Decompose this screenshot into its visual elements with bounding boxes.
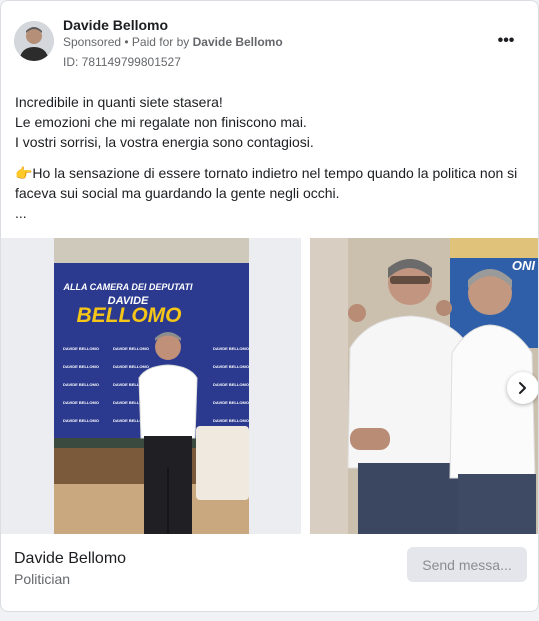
body-line: 👉Ho la sensazione di essere tornato indi… — [15, 165, 518, 181]
media-carousel: ALLA CAMERA DEI DEPUTATI DAVIDE BELLOMO … — [1, 238, 538, 538]
banner-tile-text: DAVIDE BELLOMO — [213, 364, 249, 369]
banner-tile-text: DAVIDE BELLOMO — [63, 400, 99, 405]
chevron-right-icon — [519, 382, 526, 394]
carousel-slide-2[interactable]: ONI — [310, 238, 538, 534]
post-body: Incredibile in quanti siete stasera! Le … — [15, 92, 525, 223]
sponsored-label: Sponsored — [63, 35, 122, 49]
send-message-button[interactable]: Send messa... — [407, 547, 527, 582]
banner-tile-text: DAVIDE BELLOMO — [113, 346, 149, 351]
banner-tile-text: DAVIDE BELLOMO — [213, 346, 249, 351]
body-line-ellipsis[interactable]: ... — [15, 203, 525, 223]
carousel-next-button[interactable] — [507, 372, 538, 404]
body-line: I vostri sorrisi, la vostra energia sono… — [15, 134, 314, 150]
author-name[interactable]: Davide Bellomo — [63, 17, 168, 33]
slide-2-banner-text: ONI — [512, 258, 536, 273]
avatar[interactable] — [14, 21, 54, 61]
banner-line-3: BELLOMO — [77, 304, 182, 327]
body-spacer — [15, 152, 525, 163]
more-options-button[interactable]: ••• — [494, 29, 518, 53]
body-line: Le emozioni che mi regalate non finiscon… — [15, 114, 307, 130]
page-name[interactable]: Davide Bellomo — [14, 550, 126, 568]
banner-tile-text: DAVIDE BELLOMO — [213, 400, 249, 405]
page-category: Politician — [14, 571, 71, 587]
paid-for-prefix: • Paid for by — [124, 35, 190, 49]
banner-line-1: ALLA CAMERA DEI DEPUTATI — [63, 282, 193, 292]
banner-tile-text: DAVIDE BELLOMO — [113, 364, 149, 369]
body-line: faceva sui social ma guardando la gente … — [15, 185, 340, 201]
ad-id: ID: 781149799801527 — [63, 55, 181, 69]
slide-2-photo: ONI — [310, 238, 538, 534]
banner-tile-text: DAVIDE BELLOMO — [63, 418, 99, 423]
banner-tile-text: DAVIDE BELLOMO — [63, 382, 99, 387]
sponsored-line: Sponsored • Paid for by Davide Bellomo — [63, 35, 283, 49]
banner-tile-text: DAVIDE BELLOMO — [63, 364, 99, 369]
banner-tile-text: DAVIDE BELLOMO — [213, 382, 249, 387]
banner-tile-text: DAVIDE BELLOMO — [213, 418, 249, 423]
banner-tile-text: DAVIDE BELLOMO — [63, 346, 99, 351]
carousel-slide-1[interactable]: ALLA CAMERA DEI DEPUTATI DAVIDE BELLOMO … — [1, 238, 301, 534]
body-line: Incredibile in quanti siete stasera! — [15, 94, 223, 110]
avatar-photo — [14, 21, 54, 61]
paid-for-name[interactable]: Davide Bellomo — [193, 35, 283, 49]
slide-1-photo: ALLA CAMERA DEI DEPUTATI DAVIDE BELLOMO … — [1, 238, 301, 534]
ad-card: Davide Bellomo Sponsored • Paid for by D… — [0, 0, 539, 612]
